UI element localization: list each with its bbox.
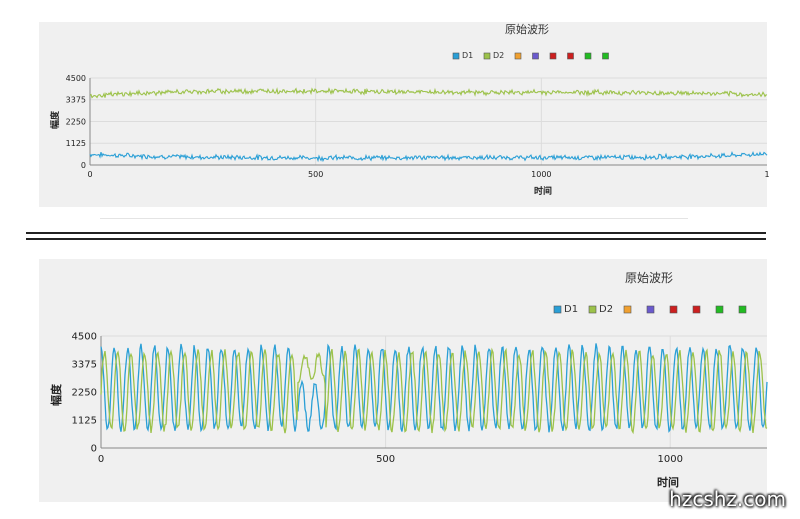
series-line-d1 xyxy=(89,151,768,163)
legend-label-d2: D2 xyxy=(599,304,613,315)
top-waveform-chart: 原始波形 D1 D2 0 1125 2250 3375 4500 0 500 1000 1 时间 幅度 xyxy=(49,22,770,197)
legend-swatch-8 xyxy=(602,52,609,60)
divider-line-2 xyxy=(26,238,766,240)
legend-swatch-6 xyxy=(567,52,574,60)
bottom-waveform-chart: 原始波形D1 D2011252250337545000 500 1000时间幅度 xyxy=(49,271,768,489)
bottom-chart-panel: 原始波形 D1 D2 0 1125 2250 3375 4500 0 500 1000 时间 幅度 xyxy=(39,259,768,502)
y-axis-label: 幅度 xyxy=(49,383,63,406)
legend-swatch-7 xyxy=(584,52,592,60)
y-tick-label: 3375 xyxy=(72,360,97,371)
series-line-d2 xyxy=(89,87,768,99)
y-tick-label: 4500 xyxy=(72,332,97,343)
legend-swatch-7 xyxy=(715,305,724,314)
y-axis-label: 幅度 xyxy=(49,110,61,129)
y-tick-label: 2250 xyxy=(66,117,86,126)
y-tick-label: 2250 xyxy=(72,388,97,399)
legend-swatch-8 xyxy=(738,305,747,314)
legend-swatch-5 xyxy=(549,52,557,60)
x-tick-label: 0 xyxy=(87,170,92,179)
x-tick-label: 500 xyxy=(376,454,395,465)
top-chart-panel: 原始波形 D1 D2 0 1125 2250 3375 4500 0 500 1000 1 时间 幅度 xyxy=(39,22,770,207)
watermark: hzcshz.com xyxy=(669,487,786,511)
legend-swatch-6 xyxy=(692,305,701,314)
chart-title: 原始波形 xyxy=(625,271,673,285)
legend-label-d1: D1 xyxy=(462,51,473,60)
x-tick-label: 0 xyxy=(98,454,104,465)
y-tick-label: 1125 xyxy=(72,416,97,427)
x-tick-label: 500 xyxy=(308,170,323,179)
legend-label-d1: D1 xyxy=(564,304,578,315)
legend-swatch-2 xyxy=(588,305,597,314)
y-tick-label: 4500 xyxy=(66,74,86,83)
legend-label-d2: D2 xyxy=(493,51,504,60)
x-axis-label: 时间 xyxy=(534,185,552,197)
legend-swatch-3 xyxy=(623,305,632,314)
x-tick-label: 1000 xyxy=(531,170,551,179)
legend-swatch-1 xyxy=(553,305,562,314)
x-tick-label: 1 xyxy=(764,170,769,179)
y-tick-label: 1125 xyxy=(66,139,86,148)
x-tick-label: 1000 xyxy=(658,454,683,465)
divider-line-1 xyxy=(26,232,766,234)
divider-faint xyxy=(100,218,688,219)
y-tick-label: 0 xyxy=(81,161,86,170)
legend-swatch-4 xyxy=(532,52,539,60)
legend-swatch-3 xyxy=(514,52,522,60)
legend-swatch-5 xyxy=(669,305,678,314)
legend-swatch-2 xyxy=(483,52,491,60)
y-tick-label: 3375 xyxy=(66,96,86,105)
y-tick-label: 0 xyxy=(91,444,97,455)
legend-swatch-4 xyxy=(646,305,655,314)
legend-swatch-1 xyxy=(452,52,460,60)
chart-title: 原始波形 xyxy=(505,22,549,36)
